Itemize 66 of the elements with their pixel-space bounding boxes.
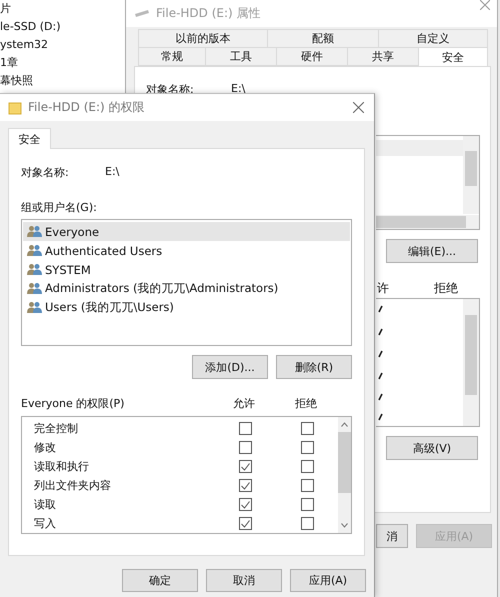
permission-name: 读取和执行 — [34, 459, 90, 474]
user-item[interactable]: Everyone — [23, 222, 350, 241]
tab[interactable]: 安全 — [418, 47, 488, 68]
scrollbar[interactable] — [376, 215, 479, 229]
allow-checkbox[interactable] — [238, 441, 252, 454]
deny-checkbox[interactable] — [300, 498, 314, 511]
object-name-label: 对象名称: — [21, 165, 70, 180]
column-header: 允许 — [232, 396, 256, 411]
advanced-button[interactable]: 高级(V) — [386, 436, 478, 460]
users-icon — [27, 244, 42, 257]
nav-item[interactable]: ystem32 — [0, 36, 48, 54]
deny-checkbox[interactable] — [300, 441, 314, 454]
nav-item[interactable]: 1章 — [0, 54, 18, 72]
remove-button[interactable]: 删除(R) — [276, 355, 352, 379]
dialog-button[interactable]: 取消 — [206, 569, 282, 592]
allow-checkbox[interactable] — [238, 498, 252, 511]
dialog-button[interactable]: 确定 — [122, 569, 198, 592]
scrollbar[interactable] — [338, 417, 351, 533]
permission-name: 完全控制 — [34, 421, 79, 436]
tab[interactable]: 以前的版本 — [138, 29, 268, 48]
user-item[interactable]: Users (我的兀兀\Users) — [23, 298, 350, 317]
deny-checkbox[interactable] — [300, 460, 314, 473]
scrollbar[interactable] — [463, 136, 479, 214]
nav-item[interactable]: le-SSD (D:) — [0, 18, 60, 36]
permissions-label: Everyone 的权限(P) — [21, 396, 126, 411]
object-name-value: E:\ — [105, 165, 120, 180]
scrollbar[interactable] — [463, 299, 479, 426]
deny-checkbox[interactable] — [300, 422, 314, 435]
edit-button[interactable]: 编辑(E)... — [386, 239, 478, 263]
users-icon — [27, 282, 42, 295]
close-icon[interactable] — [353, 102, 364, 113]
permission-name: 修改 — [34, 440, 57, 455]
folder-icon — [8, 100, 22, 114]
allow-checkbox[interactable] — [238, 460, 252, 473]
group-label: 组或用户名(G): — [21, 200, 97, 215]
user-item[interactable]: Authenticated Users — [23, 241, 350, 260]
add-button[interactable]: 添加(D)... — [192, 355, 268, 379]
scroll-down-icon[interactable] — [341, 523, 348, 528]
scroll-up-icon[interactable] — [341, 422, 348, 427]
window-title: File-HDD (E:) 的权限 — [28, 99, 146, 116]
allow-checkbox[interactable] — [238, 517, 252, 530]
allow-checkbox[interactable] — [238, 479, 252, 492]
allow-checkbox[interactable] — [238, 422, 252, 435]
deny-checkbox[interactable] — [300, 479, 314, 492]
close-icon[interactable] — [480, 0, 492, 12]
users-icon — [27, 301, 42, 314]
column-header: 拒绝 — [294, 396, 318, 411]
user-item[interactable]: SYSTEM — [23, 260, 350, 279]
column-header: 拒绝 — [434, 280, 458, 297]
deny-checkbox[interactable] — [300, 517, 314, 530]
permission-name: 写入 — [34, 516, 57, 531]
tab[interactable]: 自定义 — [378, 29, 488, 48]
users-icon — [27, 225, 42, 238]
users-icon — [27, 263, 42, 276]
permission-name: 读取 — [34, 497, 57, 512]
tab[interactable]: 常规 — [138, 47, 206, 66]
tab[interactable]: 安全 — [8, 128, 51, 149]
nav-item[interactable]: 片 — [0, 0, 11, 18]
permission-name: 列出文件夹内容 — [34, 478, 112, 493]
user-item[interactable]: Administrators (我的兀兀\Administrators) — [23, 279, 350, 298]
object-name-value: E:\ — [231, 82, 246, 95]
window-title: File-HDD (E:) 属性 — [156, 5, 261, 22]
column-header: 许 — [377, 280, 389, 297]
dialog-button[interactable]: 应用(A) — [290, 569, 366, 592]
dialog-button[interactable]: 消 — [376, 524, 408, 548]
nav-item[interactable]: 幕快照 — [0, 72, 33, 90]
